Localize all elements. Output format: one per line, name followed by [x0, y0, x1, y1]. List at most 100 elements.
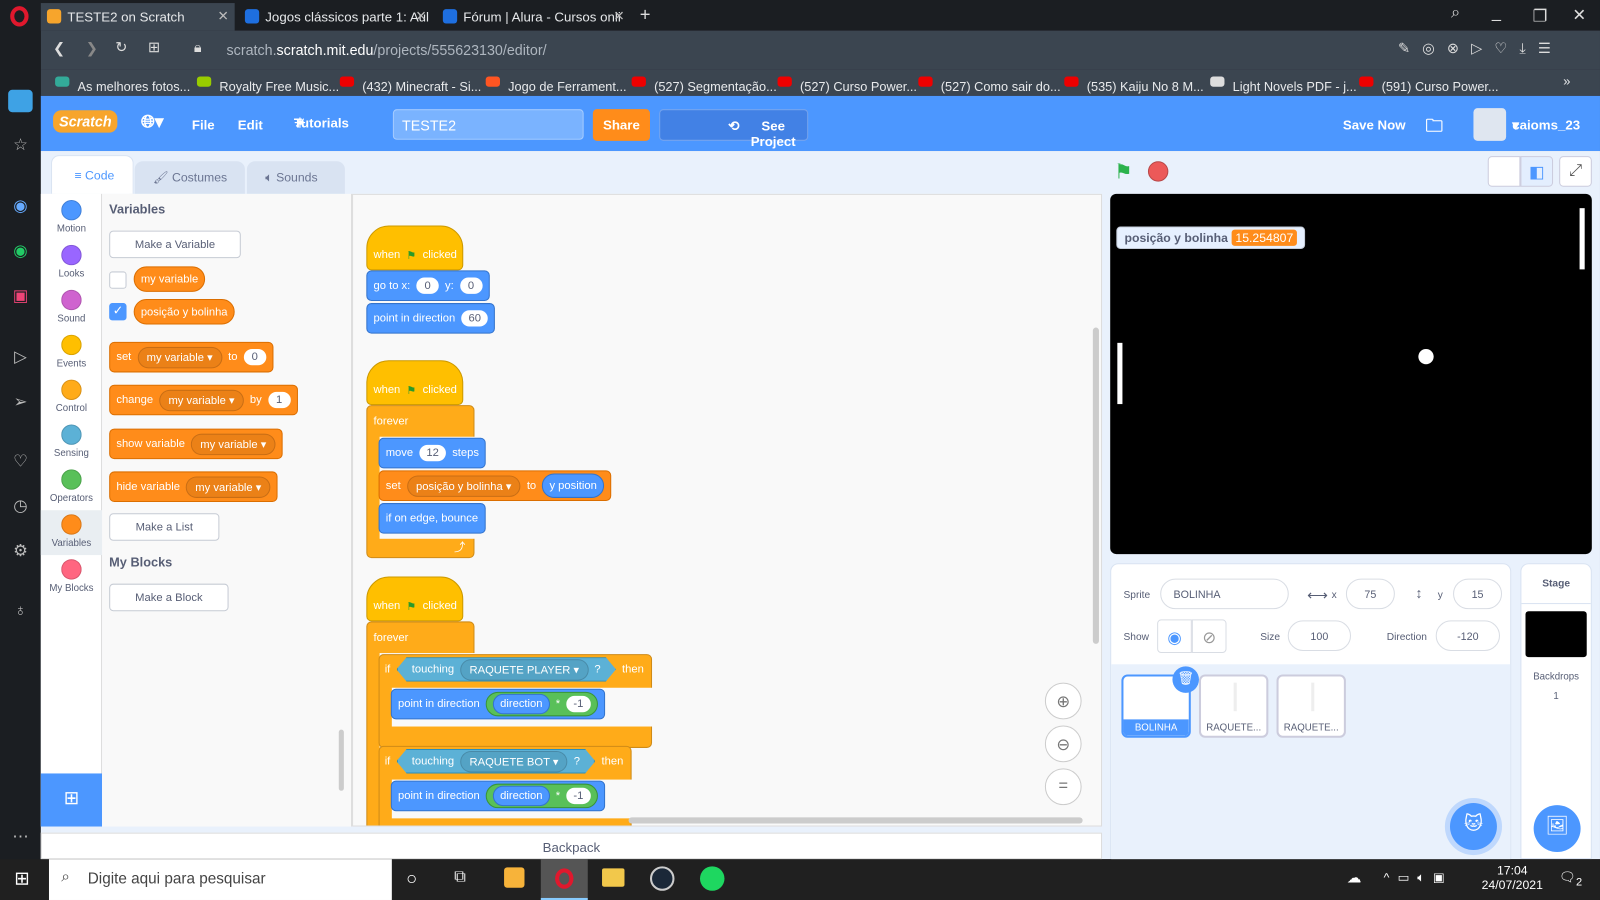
bookmark[interactable]: Royalty Free Music... [196, 74, 339, 94]
category-operators[interactable]: Operators [41, 469, 102, 504]
set-variable-block[interactable]: set posição y bolinha ▾ to y position [378, 470, 612, 502]
tab-scratch[interactable]: TESTE2 on Scratch ✕ [40, 3, 235, 31]
url-field[interactable]: scratch.scratch.mit.edu/projects/5556231… [227, 42, 547, 58]
make-block-button[interactable]: Make a Block [109, 583, 229, 612]
move-steps-block[interactable]: move 12 steps [378, 437, 487, 469]
bookmark[interactable]: (527) Como sair do... [918, 74, 1061, 94]
history-icon[interactable]: ◷ [0, 496, 41, 516]
stage-canvas[interactable]: posição y bolinha 15.254807 [1110, 193, 1592, 555]
my-stuff-folder-icon[interactable]: 🗀 [1425, 113, 1442, 143]
avatar[interactable] [1473, 108, 1507, 141]
taskbar-search-input[interactable]: ⌕ Digite aqui para pesquisar [48, 859, 392, 900]
cortana-icon[interactable]: ○ [406, 868, 417, 889]
instagram-icon[interactable]: ▣ [0, 286, 41, 306]
small-stage-button[interactable] [1487, 156, 1521, 187]
category-motion[interactable]: Motion [41, 199, 102, 235]
forward-icon[interactable]: ❯ [86, 40, 98, 57]
star-icon[interactable]: ☆ [0, 135, 41, 155]
my-variable-checkbox[interactable] [109, 271, 127, 289]
posicao-y-checkbox[interactable]: ✓ [109, 303, 127, 321]
language-globe-icon[interactable]: 🌐︎▾ [141, 112, 164, 132]
bookmark[interactable]: Light Novels PDF - j... [1210, 74, 1357, 94]
make-variable-button[interactable]: Make a Variable [109, 230, 241, 259]
home-icon[interactable] [8, 89, 33, 113]
scratch-logo[interactable]: Scratch [53, 110, 118, 133]
steam-icon[interactable] [649, 866, 675, 891]
close-window-button[interactable]: ✕ [1572, 5, 1586, 25]
when-flag-clicked-hat[interactable]: when ⚑ clicked [366, 225, 464, 271]
close-tab-icon[interactable]: ✕ [217, 8, 228, 24]
if-touching-condition[interactable]: if touching RAQUETE PLAYER ▾? then [379, 654, 650, 685]
variable-reporter-my-variable[interactable]: my variable [133, 266, 206, 292]
green-flag-button[interactable]: ⚑ [1114, 159, 1132, 185]
restore-button[interactable]: ❐ [1533, 6, 1548, 26]
stop-button[interactable] [1147, 161, 1169, 182]
code-horizontal-scrollbar[interactable] [628, 817, 1083, 824]
opera-taskbar-icon[interactable] [540, 859, 588, 900]
opera-logo-icon[interactable] [10, 6, 29, 27]
tab-alura-jogos[interactable]: Jogos clássicos parte 1: Aul ✕ [239, 3, 433, 31]
choose-backdrop-button[interactable]: 🖼︎ [1533, 805, 1581, 853]
messenger-icon[interactable]: ◉ [0, 196, 41, 216]
weather-icon[interactable]: ☁ [1347, 869, 1361, 886]
zoom-reset-button[interactable]: = [1044, 768, 1082, 806]
go-to-xy-block[interactable]: go to x: 0 y: 0 [366, 270, 490, 302]
choose-sprite-button[interactable]: 🐱︎ [1449, 803, 1497, 850]
bookmark[interactable]: (535) Kaiju No 8 M... [1064, 74, 1204, 94]
more-bookmarks-icon[interactable]: » [1563, 74, 1570, 88]
x-input[interactable]: 75 [1345, 578, 1395, 610]
new-tab-button[interactable]: + [640, 4, 651, 25]
hide-variable-block[interactable]: hide variable my variable ▾ [109, 471, 278, 503]
bookmark[interactable]: Jogo de Ferrament... [485, 74, 627, 94]
notifications-icon[interactable]: 🗨︎2 [1559, 869, 1582, 888]
share-button[interactable]: Share [592, 109, 650, 141]
more-icon[interactable]: ⋯ [0, 827, 41, 847]
delete-sprite-icon[interactable]: 🗑︎ [1172, 666, 1199, 693]
make-list-button[interactable]: Make a List [109, 513, 220, 541]
variable-reporter-posicao-y[interactable]: posição y bolinha [133, 298, 235, 325]
bookmark[interactable]: As melhores fotos... [55, 74, 190, 94]
bookmark[interactable]: (591) Curso Power... [1359, 74, 1499, 94]
category-sound[interactable]: Sound [41, 289, 102, 324]
tab-alura-forum[interactable]: Fórum | Alura - Cursos onli ✕ [437, 3, 631, 31]
tab-code[interactable]: ≡ Code [51, 155, 134, 194]
variable-monitor[interactable]: posição y bolinha 15.254807 [1116, 226, 1306, 249]
bookmark[interactable]: (527) Segmentação... [631, 74, 777, 94]
player-icon[interactable]: ▷ [0, 347, 41, 367]
category-events[interactable]: Events [41, 334, 102, 369]
file-explorer-icon[interactable] [602, 868, 625, 887]
clock[interactable]: 17:04 24/07/2021 [1482, 863, 1543, 892]
minimize-button[interactable]: _ [1492, 4, 1501, 22]
sprite-thumb-raquete[interactable]: RAQUETE... [1276, 674, 1346, 738]
tabs-grid-icon[interactable]: ⊞ [148, 39, 160, 56]
show-visible-button[interactable]: ◉ [1157, 619, 1192, 654]
backpack[interactable]: Backpack [40, 832, 1103, 860]
show-variable-block[interactable]: show variable my variable ▾ [109, 428, 283, 460]
set-variable-block[interactable]: set my variable ▾ to 0 [109, 341, 274, 373]
spotify-icon[interactable] [699, 866, 725, 891]
size-input[interactable]: 100 [1287, 620, 1352, 652]
bulb-icon[interactable]: ♁ [0, 602, 41, 620]
when-flag-clicked-hat[interactable]: when ⚑ clicked [366, 576, 464, 622]
sprite-name-input[interactable]: BOLINHA [1160, 578, 1289, 610]
add-extension-button[interactable]: ⊞ [40, 773, 103, 827]
edit-menu[interactable]: Edit [238, 117, 263, 132]
system-tray-icons[interactable]: ^▭🔈︎▣ [1384, 870, 1453, 885]
if-touching-condition[interactable]: if touching RAQUETE BOT ▾? then [379, 746, 630, 777]
tab-sounds[interactable]: 🔈︎ Sounds [246, 161, 345, 194]
stage-pane[interactable]: Stage Backdrops 1 🖼︎ [1520, 563, 1592, 860]
windows-start-icon[interactable]: ⊞ [14, 868, 29, 889]
close-tab-icon[interactable]: ✕ [415, 8, 426, 24]
send-icon[interactable]: ➢ [0, 392, 41, 412]
tab-costumes[interactable]: 🖌︎ Costumes [134, 161, 245, 194]
change-variable-block[interactable]: change my variable ▾ by 1 [109, 384, 298, 416]
task-view-icon[interactable]: ⧉ [454, 868, 466, 886]
category-control[interactable]: Control [41, 379, 102, 414]
settings-icon[interactable]: ⚙ [0, 541, 41, 561]
point-in-direction-block[interactable]: point in direction direction * -1 [390, 780, 605, 812]
reload-icon[interactable]: ↻ [115, 39, 127, 56]
close-tab-icon[interactable]: ✕ [613, 8, 624, 24]
point-in-direction-block[interactable]: point in direction 60 [366, 303, 496, 334]
category-sensing[interactable]: Sensing [41, 424, 102, 459]
heart-icon[interactable]: ♡ [0, 451, 41, 471]
